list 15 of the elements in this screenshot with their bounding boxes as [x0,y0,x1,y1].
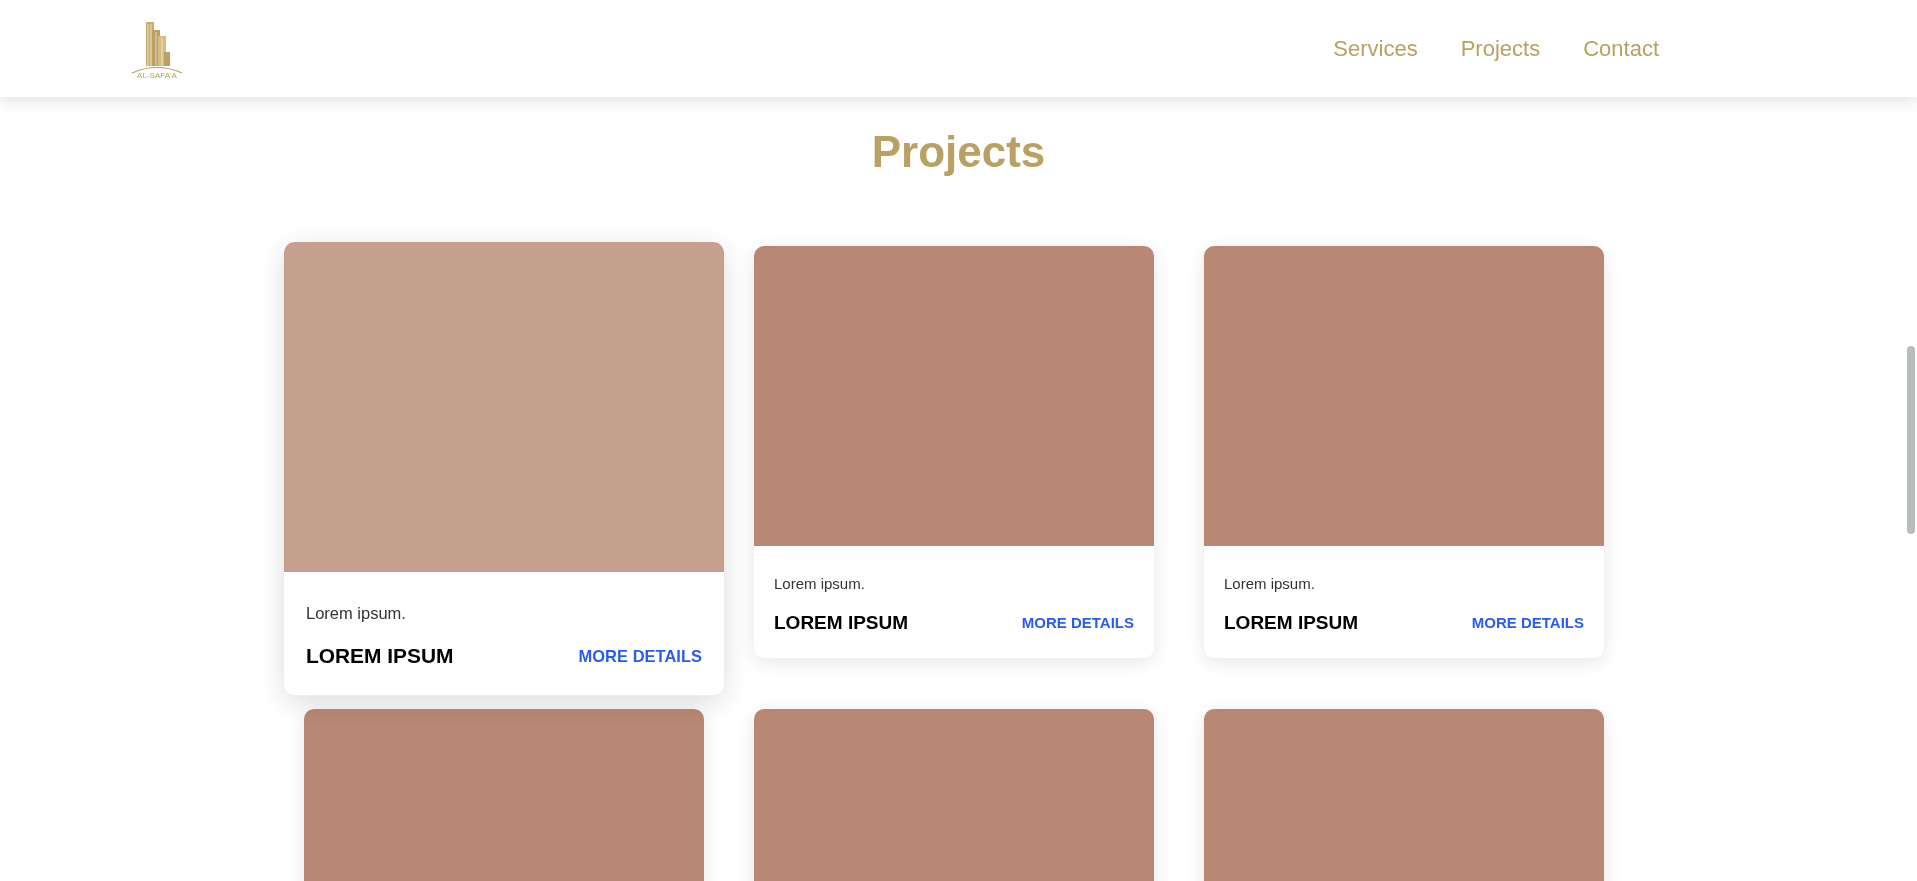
project-card[interactable]: Lorem ipsum. LOREM IPSUM MORE DETAILS [284,242,724,696]
project-card[interactable]: Lorem ipsum. LOREM IPSUM MORE DETAILS [754,246,1154,658]
more-details-link[interactable]: MORE DETAILS [1021,615,1134,630]
more-details-link[interactable]: MORE DETAILS [1471,615,1584,630]
card-title: LOREM IPSUM [306,645,454,667]
card-caption: Lorem ipsum. [774,576,866,591]
card-caption: Lorem ipsum. [306,605,407,622]
project-card[interactable]: Lorem ipsum. LOREM IPSUM MORE DETAILS [1204,246,1604,658]
card-title: LOREM IPSUM [1224,613,1359,632]
logo-text: AL-SAFA'A [137,71,177,80]
scrollbar-thumb[interactable] [1907,346,1915,534]
card-title: LOREM IPSUM [774,613,909,632]
card-caption: Lorem ipsum. [1224,576,1316,591]
more-details-link[interactable]: MORE DETAILS [578,647,702,665]
section-title: Projects [870,130,1047,174]
